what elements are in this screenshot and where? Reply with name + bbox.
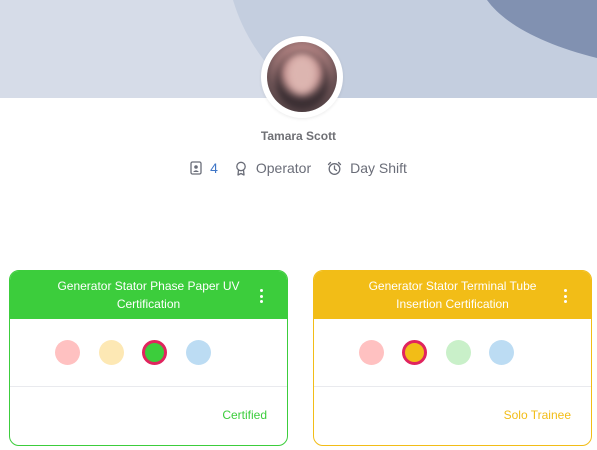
level-dot-2-selected <box>402 340 427 365</box>
avatar <box>261 36 343 118</box>
certification-status: Solo Trainee <box>503 408 571 422</box>
meta-role: Operator <box>234 160 311 176</box>
profile-meta: 4 Operator Day Shift <box>0 160 597 176</box>
meta-shift-label: Day Shift <box>350 160 407 176</box>
level-dot-3 <box>446 340 471 365</box>
avatar-photo <box>267 42 337 112</box>
certification-card[interactable]: Generator Stator Terminal Tube Insertion… <box>313 270 592 446</box>
level-indicator <box>10 319 287 387</box>
card-header: Generator Stator Terminal Tube Insertion… <box>314 271 591 319</box>
certification-status: Certified <box>222 408 267 422</box>
alarm-clock-icon <box>327 161 342 175</box>
level-dot-4 <box>489 340 514 365</box>
card-title: Generator Stator Terminal Tube Insertion… <box>368 279 537 311</box>
level-dot-4 <box>186 340 211 365</box>
meta-count: 4 <box>190 160 218 176</box>
kebab-menu-icon[interactable] <box>559 289 571 303</box>
meta-shift: Day Shift <box>327 160 407 176</box>
user-name: Tamara Scott <box>260 129 337 143</box>
meta-count-value: 4 <box>210 160 218 176</box>
certification-card[interactable]: Generator Stator Phase Paper UV Certific… <box>9 270 288 446</box>
badge-icon <box>190 161 202 175</box>
level-dot-3-selected <box>142 340 167 365</box>
award-icon <box>236 161 246 176</box>
kebab-menu-icon[interactable] <box>255 289 267 303</box>
card-header: Generator Stator Phase Paper UV Certific… <box>10 271 287 319</box>
level-dot-1 <box>55 340 80 365</box>
level-indicator <box>314 319 591 387</box>
level-dot-2 <box>99 340 124 365</box>
card-title: Generator Stator Phase Paper UV Certific… <box>57 279 240 311</box>
level-dot-1 <box>359 340 384 365</box>
meta-role-label: Operator <box>255 160 312 176</box>
